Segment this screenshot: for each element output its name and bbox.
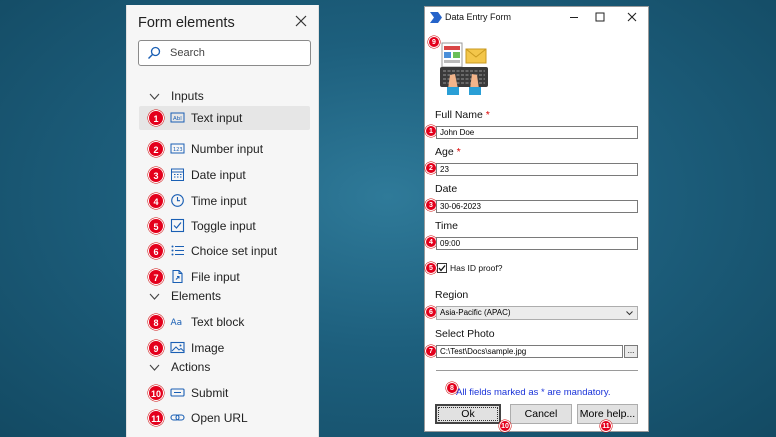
item-open-url[interactable]: 11 Open URL [139, 406, 310, 430]
item-label: Text block [191, 315, 245, 329]
item-submit[interactable]: 10 Submit [139, 381, 310, 405]
toggle-badge: 5 [425, 262, 437, 274]
item-label: Time input [191, 194, 247, 208]
item-label: Choice set input [191, 244, 278, 258]
item-label: File input [191, 270, 240, 284]
image-icon [170, 341, 185, 354]
item-label: Image [191, 341, 225, 355]
full-name-label: Full Name * [435, 109, 490, 121]
text-block-icon: Aa [171, 318, 183, 328]
section-elements-label: Elements [171, 289, 222, 303]
mandatory-note: All fields marked as * are mandatory. [456, 387, 611, 398]
close-icon[interactable] [626, 11, 638, 23]
number-badge: 3 [148, 167, 164, 183]
text-input-icon: Abl [170, 112, 185, 123]
region-value: Asia-Pacific (APAC) [440, 308, 511, 317]
calendar-icon [171, 168, 184, 181]
number-badge: 2 [148, 141, 164, 157]
section-inputs-label: Inputs [171, 89, 204, 103]
item-label: Submit [191, 386, 229, 400]
item-choice-set-input[interactable]: 6 Choice set input [139, 239, 310, 263]
required-mark: * [456, 146, 461, 158]
photo-label: Select Photo [435, 328, 495, 340]
ok-badge: 10 [499, 420, 511, 432]
search-icon [148, 46, 161, 59]
window-title: Data Entry Form [445, 12, 512, 22]
search-input[interactable]: Search [138, 40, 311, 66]
data-entry-window: Data Entry Form 9 Full Name * 1 John Doe… [424, 6, 649, 432]
time-field[interactable]: 09:00 [436, 237, 638, 250]
section-actions-label: Actions [171, 360, 211, 374]
chevron-down-icon [626, 311, 633, 316]
full-name-field[interactable]: John Doe [436, 126, 638, 139]
region-select[interactable]: Asia-Pacific (APAC) [436, 306, 638, 320]
number-badge: 11 [148, 410, 164, 426]
item-label: Date input [191, 168, 246, 182]
close-icon[interactable] [294, 14, 308, 28]
number-badge: 1 [148, 110, 164, 126]
more-help-badge: 11 [600, 420, 612, 432]
id-proof-checkbox[interactable] [437, 263, 447, 273]
list-icon [171, 245, 184, 256]
svg-text:Abl: Abl [173, 116, 182, 122]
chevron-down-icon [149, 293, 160, 300]
search-placeholder: Search [170, 47, 205, 59]
item-time-input[interactable]: 4 Time input [139, 189, 310, 213]
item-text-input[interactable]: 1 Abl Text input [139, 106, 310, 130]
item-text-block[interactable]: 8 Aa Text block [139, 310, 310, 334]
link-icon [170, 414, 185, 421]
browse-button[interactable]: ... [624, 345, 638, 358]
item-file-input[interactable]: 7 File input [139, 265, 310, 289]
id-proof-label: Has ID proof? [450, 263, 503, 273]
app-icon [430, 12, 442, 23]
item-label: Text input [191, 111, 243, 125]
photo-path-field[interactable]: C:\Test\Docs\sample.jpg [436, 345, 623, 358]
clock-icon [171, 194, 184, 207]
keyboard-typing-image [440, 42, 488, 95]
chevron-down-icon [149, 364, 160, 371]
checkbox-icon [170, 218, 185, 233]
form-elements-panel: Form elements Search Inputs 1 Abl Text i… [126, 5, 319, 437]
svg-text:123: 123 [173, 147, 183, 153]
item-label: Open URL [191, 411, 248, 425]
number-badge: 8 [148, 314, 164, 330]
number-badge: 10 [148, 385, 164, 401]
item-label: Number input [191, 142, 264, 156]
number-badge: 4 [148, 193, 164, 209]
age-field[interactable]: 23 [436, 163, 638, 176]
checkmark-icon [438, 265, 446, 272]
minimize-icon[interactable] [568, 11, 580, 23]
region-label: Region [435, 289, 469, 301]
svg-text:Aa: Aa [171, 318, 183, 328]
title-bar[interactable]: Data Entry Form [425, 7, 648, 29]
date-label: Date [435, 183, 458, 195]
cancel-button[interactable]: Cancel [510, 404, 572, 424]
number-badge: 6 [148, 243, 164, 259]
item-number-input[interactable]: 2 123 Number input [139, 137, 310, 161]
number-badge: 7 [148, 269, 164, 285]
chevron-down-icon [149, 93, 160, 100]
ok-button[interactable]: Ok [435, 404, 501, 424]
time-label: Time [435, 220, 458, 232]
required-mark: * [485, 109, 490, 121]
number-badge: 9 [148, 340, 164, 356]
item-toggle-input[interactable]: 5 Toggle input [139, 214, 310, 238]
maximize-icon[interactable] [594, 11, 606, 23]
separator [436, 370, 638, 371]
number-badge: 5 [148, 218, 164, 234]
item-date-input[interactable]: 3 Date input [139, 163, 310, 187]
number-input-icon: 123 [170, 143, 185, 154]
age-label: Age * [435, 146, 461, 158]
item-label: Toggle input [191, 219, 256, 233]
file-icon [172, 269, 183, 284]
submit-icon [170, 388, 185, 397]
date-field[interactable]: 30-06-2023 [436, 200, 638, 213]
item-image[interactable]: 9 Image [139, 336, 310, 360]
panel-title: Form elements [138, 15, 235, 31]
